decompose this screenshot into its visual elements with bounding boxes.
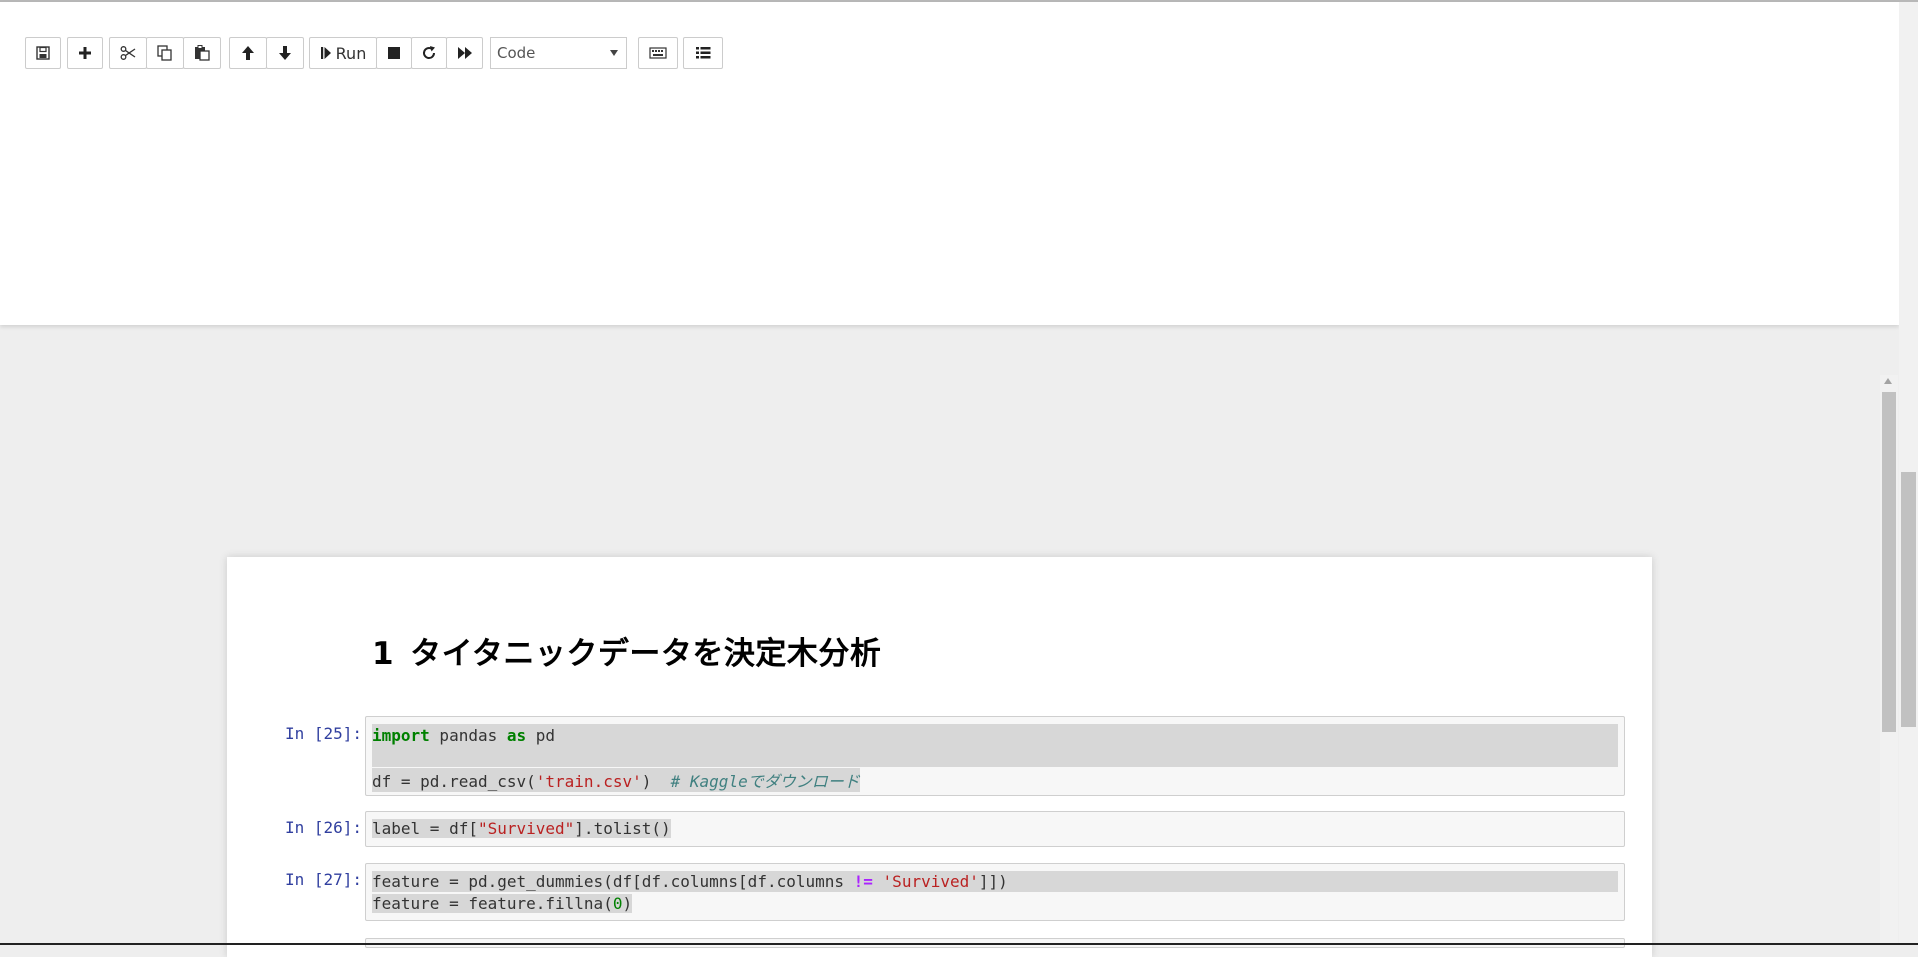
paste-button[interactable] [183, 37, 221, 69]
cell-prompt: In [25]: [285, 724, 363, 743]
arrow-down-icon [278, 45, 292, 61]
fast-forward-icon [457, 46, 473, 60]
command-palette-button[interactable] [638, 37, 678, 69]
code-cell[interactable]: feature = pd.get_dummies(df[df.columns[d… [365, 863, 1625, 921]
section-heading[interactable]: 1 タイタニックデータを決定木分析 [372, 628, 881, 673]
save-button[interactable] [25, 37, 61, 69]
arrow-up-icon [241, 45, 255, 61]
copy-icon [157, 45, 173, 61]
step-forward-icon [320, 46, 332, 60]
paste-icon [194, 45, 210, 61]
code-line: label = df["Survived"].tolist() [372, 819, 671, 838]
cell-prompt: In [26]: [285, 818, 363, 837]
code-cell[interactable]: label = df["Survived"].tolist() [365, 811, 1625, 847]
page-scrollbar-thumb[interactable] [1901, 472, 1916, 727]
keyboard-icon [649, 47, 667, 59]
save-icon [36, 46, 50, 60]
refresh-icon [421, 45, 437, 61]
restart-run-all-button[interactable] [446, 37, 483, 69]
move-down-button[interactable] [266, 37, 304, 69]
move-up-button[interactable] [229, 37, 267, 69]
stop-icon [387, 46, 401, 60]
code-line: feature = pd.get_dummies(df[df.columns[d… [372, 872, 1008, 891]
heading-text: タイタニックデータを決定木分析 [410, 636, 882, 672]
selection-highlight [372, 724, 1618, 767]
cell-type-select[interactable]: Code [490, 37, 627, 69]
plus-icon [78, 46, 92, 60]
chevron-down-icon [610, 50, 618, 56]
run-label: Run [335, 43, 367, 63]
cut-button[interactable] [109, 37, 147, 69]
scroll-up-icon[interactable] [1884, 378, 1892, 384]
list-icon [695, 46, 711, 60]
notebook-header: Run Code [0, 2, 1899, 325]
cell-type-value: Code [497, 44, 536, 62]
heading-number: 1 [372, 636, 395, 672]
scissors-icon [120, 46, 136, 60]
code-line: feature = feature.fillna(0) [372, 894, 633, 913]
interrupt-button[interactable] [376, 37, 412, 69]
code-line: df = pd.read_csv('train.csv') # Kaggleでダ… [372, 768, 860, 792]
toc-button[interactable] [683, 37, 723, 69]
run-button[interactable]: Run [309, 37, 377, 69]
copy-button[interactable] [146, 37, 184, 69]
restart-button[interactable] [411, 37, 447, 69]
insert-cell-button[interactable] [67, 37, 103, 69]
cell-prompt: In [27]: [285, 870, 363, 889]
page-scrollbar[interactable] [1899, 2, 1918, 945]
code-cell[interactable]: import pandas as pd df = pd.read_csv('tr… [365, 716, 1625, 796]
code-line: import pandas as pd [372, 726, 556, 745]
notebook-scrollbar-thumb[interactable] [1882, 392, 1896, 732]
